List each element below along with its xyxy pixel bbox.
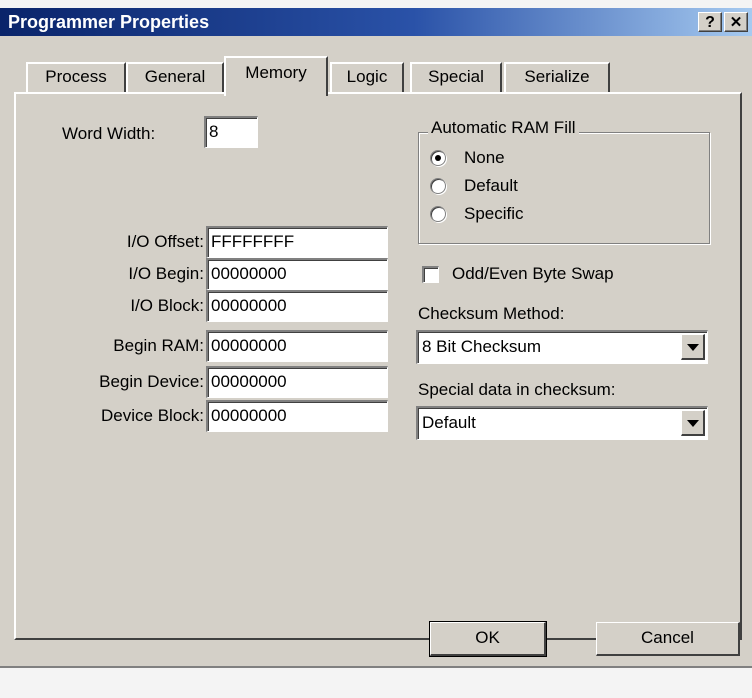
ram-fill-specific-label[interactable]: Specific — [464, 204, 524, 224]
ram-fill-none-label[interactable]: None — [464, 148, 505, 168]
io-offset-label: I/O Offset: — [126, 232, 204, 251]
close-button[interactable]: ✕ — [724, 12, 748, 32]
begin-device-label: Begin Device: — [99, 372, 204, 391]
checksum-method-value: 8 Bit Checksum — [422, 337, 542, 356]
ok-button[interactable]: OK — [429, 621, 547, 657]
tab-general[interactable]: General — [126, 62, 224, 92]
special-data-dropdown[interactable]: Default — [416, 406, 708, 440]
close-icon: ✕ — [729, 14, 743, 31]
window-title: Programmer Properties — [8, 12, 210, 32]
tab-logic[interactable]: Logic — [330, 62, 404, 92]
special-data-dropdown-button[interactable] — [681, 410, 705, 436]
word-width-label: Word Width: — [62, 124, 156, 143]
begin-ram-field[interactable]: 00000000 — [206, 330, 388, 362]
io-block-field[interactable]: 00000000 — [206, 290, 388, 322]
device-block-field[interactable]: 00000000 — [206, 400, 388, 432]
io-block-label: I/O Block: — [130, 296, 204, 315]
cancel-button[interactable]: Cancel — [596, 622, 740, 656]
checksum-method-dropdown[interactable]: 8 Bit Checksum — [416, 330, 708, 364]
io-offset-field[interactable]: FFFFFFFF — [206, 226, 388, 258]
chevron-down-icon — [687, 420, 699, 427]
begin-device-field[interactable]: 00000000 — [206, 366, 388, 398]
word-width-field[interactable]: 8 — [204, 116, 258, 148]
byte-swap-checkbox[interactable] — [422, 266, 439, 283]
screen-bottom-strip — [0, 668, 752, 698]
screen-top-strip — [0, 0, 752, 8]
tab-memory[interactable]: Memory — [224, 56, 328, 96]
io-begin-field[interactable]: 00000000 — [206, 258, 388, 290]
ram-fill-group-title: Automatic RAM Fill — [428, 118, 579, 138]
ram-fill-specific-radio[interactable] — [430, 206, 446, 222]
tab-special[interactable]: Special — [410, 62, 502, 92]
radio-selected-dot — [435, 155, 441, 161]
tab-process[interactable]: Process — [26, 62, 126, 92]
ram-fill-none-radio[interactable] — [430, 150, 446, 166]
byte-swap-label[interactable]: Odd/Even Byte Swap — [452, 264, 614, 284]
begin-ram-label: Begin RAM: — [113, 336, 204, 355]
ram-fill-group — [418, 132, 710, 244]
ram-fill-default-radio[interactable] — [430, 178, 446, 194]
ram-fill-default-label[interactable]: Default — [464, 176, 518, 196]
device-block-label: Device Block: — [101, 406, 204, 425]
help-button[interactable]: ? — [698, 12, 722, 32]
special-data-value: Default — [422, 413, 476, 432]
tab-serialize[interactable]: Serialize — [504, 62, 610, 92]
checksum-method-dropdown-button[interactable] — [681, 334, 705, 360]
chevron-down-icon — [687, 344, 699, 351]
special-data-label: Special data in checksum: — [418, 380, 616, 399]
checksum-method-label: Checksum Method: — [418, 304, 565, 323]
io-begin-label: I/O Begin: — [128, 264, 204, 283]
